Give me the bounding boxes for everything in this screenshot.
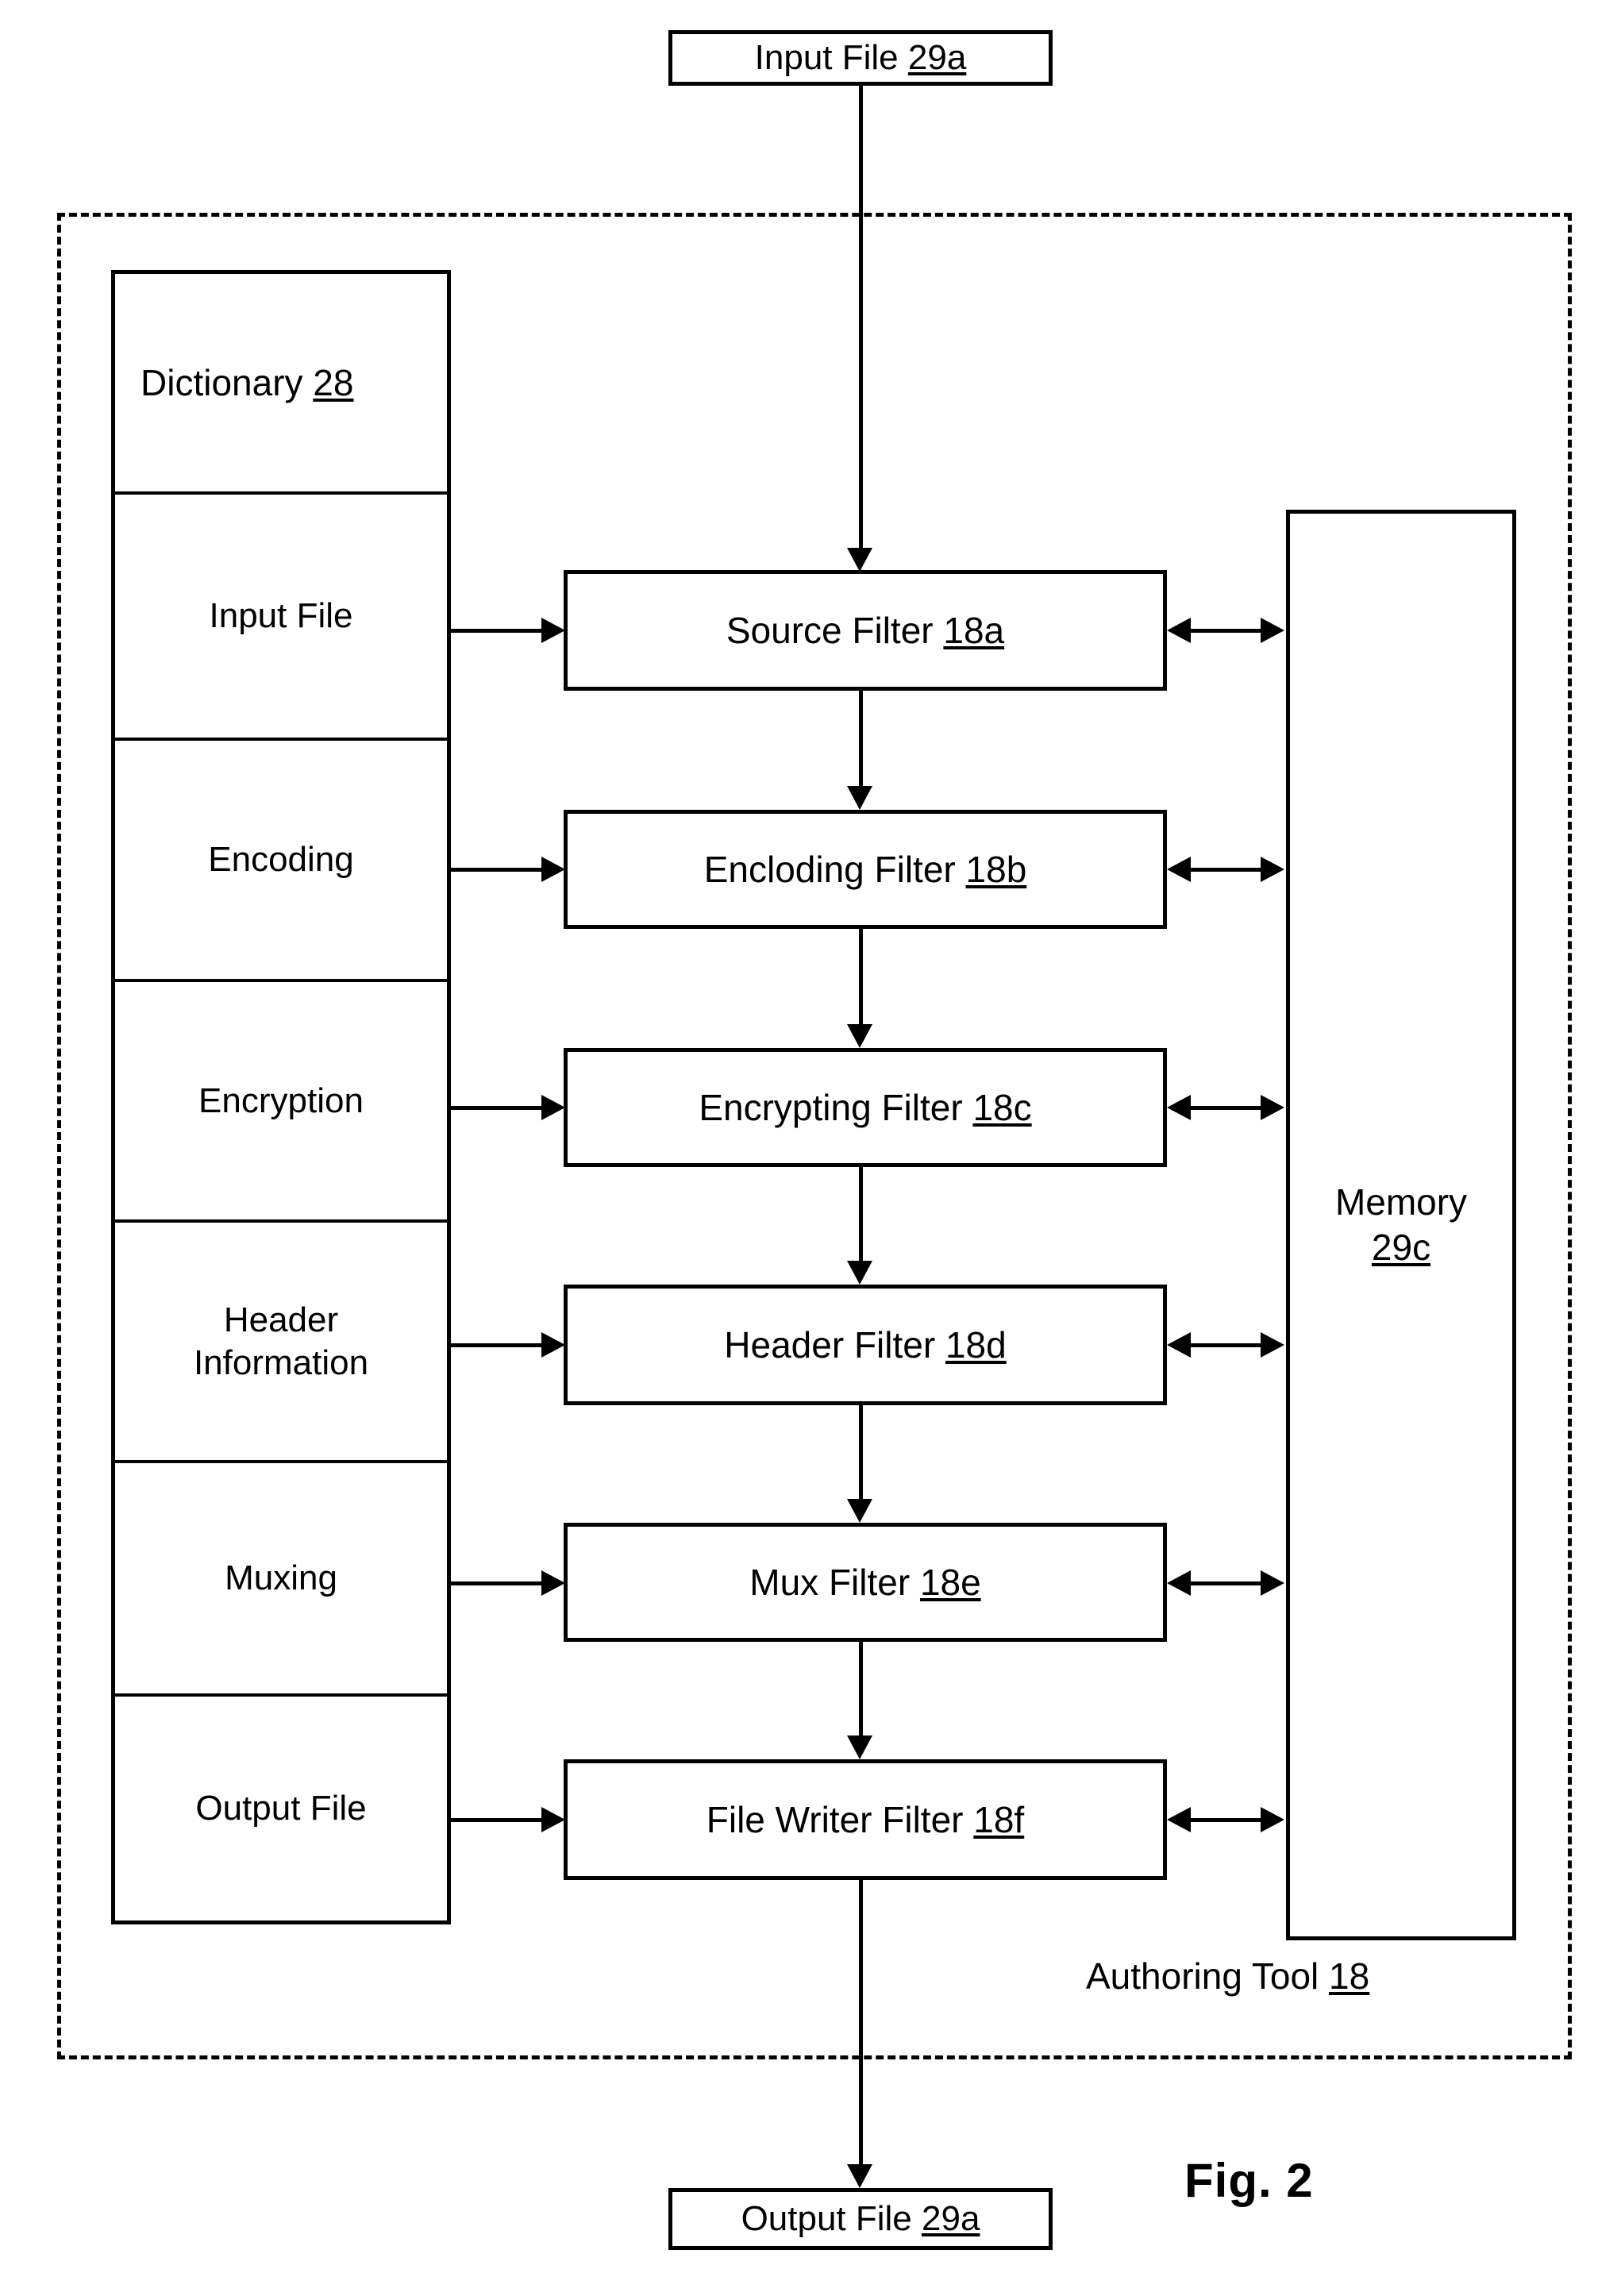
- authoring-tool-label: Authoring Tool 18: [1086, 1955, 1370, 1997]
- encoding-filter-box: Encloding Filter 18b: [564, 810, 1167, 929]
- memory-label: Memory 29c: [1334, 1181, 1468, 1269]
- encrypting-filter-label: Encrypting Filter 18c: [699, 1086, 1032, 1128]
- arrowhead-dictionary-to-source-filter: [541, 618, 565, 643]
- authoring-tool-ref: 18: [1329, 1955, 1370, 1997]
- file-writer-filter-box: File Writer Filter 18f: [564, 1759, 1167, 1880]
- arrowhead-dictionary-to-file-writer-filter: [541, 1807, 565, 1832]
- dictionary-row-encoding: Encoding: [115, 741, 447, 982]
- connector-dictionary-muxing-to-mux-filter: [451, 1581, 545, 1585]
- encrypting-filter-box: Encrypting Filter 18c: [564, 1048, 1167, 1167]
- figure-canvas: Input File 29a Authoring Tool 18 Diction…: [0, 0, 1621, 2296]
- arrowhead-header-filter-memory-left: [1167, 1332, 1191, 1358]
- header-filter-ref: 18d: [945, 1323, 1007, 1366]
- dictionary-row-encryption: Encryption: [115, 982, 447, 1223]
- arrowhead-dictionary-to-mux-filter: [541, 1570, 565, 1596]
- source-filter-label: Source Filter 18a: [726, 609, 1005, 651]
- dictionary-row-input-file: Input File: [115, 495, 447, 741]
- source-filter-ref: 18a: [943, 609, 1005, 651]
- dictionary-row-label: Header Information: [193, 1300, 369, 1382]
- memory-box: Memory 29c: [1286, 510, 1516, 1940]
- connector-encrypting-to-header: [859, 1167, 863, 1262]
- encoding-filter-ref: 18b: [965, 848, 1027, 890]
- file-writer-filter-label: File Writer Filter 18f: [706, 1798, 1025, 1840]
- input-file-ref: 29a: [907, 38, 967, 78]
- dictionary-row-muxing: Muxing: [115, 1463, 447, 1697]
- connector-dictionary-encryption-to-encrypting-filter: [451, 1106, 545, 1110]
- arrowhead-encoding-filter-memory-right: [1261, 857, 1284, 882]
- arrowhead-encrypting-filter-memory-left: [1167, 1095, 1191, 1120]
- arrowhead-dictionary-to-encrypting-filter: [541, 1095, 565, 1120]
- connector-mux-to-file-writer: [859, 1642, 863, 1737]
- arrowhead-encrypting-filter-memory-right: [1261, 1095, 1284, 1120]
- dictionary-row-label: Input File: [209, 596, 353, 636]
- arrowhead-file-writer-to-output: [847, 2164, 872, 2188]
- dictionary-row-output-file: Output File: [115, 1697, 447, 1920]
- arrowhead-source-filter-memory-left: [1167, 618, 1191, 643]
- arrowhead-file-writer-filter-memory-right: [1261, 1807, 1284, 1832]
- mux-filter-label: Mux Filter 18e: [749, 1561, 981, 1603]
- arrowhead-mux-filter-memory-right: [1261, 1570, 1284, 1596]
- arrowhead-file-writer-filter-memory-left: [1167, 1807, 1191, 1832]
- file-writer-filter-ref: 18f: [973, 1798, 1025, 1840]
- mux-filter-ref: 18e: [919, 1561, 981, 1603]
- connector-dictionary-encoding-to-encoding-filter: [451, 868, 545, 872]
- arrowhead-mux-filter-memory-left: [1167, 1570, 1191, 1596]
- connector-header-to-mux: [859, 1405, 863, 1500]
- dictionary-row-header-information: Header Information: [115, 1223, 447, 1463]
- arrowhead-encrypting-to-header: [847, 1261, 872, 1285]
- source-filter-box: Source Filter 18a: [564, 570, 1167, 691]
- arrowhead-header-filter-memory-right: [1261, 1332, 1284, 1358]
- memory-ref: 29c: [1371, 1227, 1431, 1268]
- arrowhead-dictionary-to-header-filter: [541, 1332, 565, 1358]
- dictionary-row-label: Encoding: [208, 840, 354, 880]
- encoding-filter-label: Encloding Filter 18b: [703, 848, 1027, 890]
- encrypting-filter-ref: 18c: [972, 1086, 1032, 1128]
- arrowhead-encoding-filter-memory-left: [1167, 857, 1191, 882]
- figure-caption: Fig. 2: [1184, 2154, 1314, 2207]
- connector-header-filter-memory: [1191, 1343, 1262, 1347]
- arrowhead-dictionary-to-encoding-filter: [541, 857, 565, 882]
- dictionary-ref: 28: [313, 361, 354, 403]
- connector-file-writer-to-output: [859, 1880, 863, 2182]
- header-filter-label: Header Filter 18d: [724, 1323, 1007, 1366]
- connector-encoding-filter-memory: [1191, 868, 1262, 872]
- connector-encrypting-filter-memory: [1191, 1106, 1262, 1110]
- connector-dictionary-header-info-to-header-filter: [451, 1343, 545, 1347]
- input-file-label: Input File 29a: [754, 38, 967, 78]
- connector-file-writer-filter-memory: [1191, 1818, 1262, 1822]
- dictionary-box: Dictionary 28 Input File Encoding Encryp…: [111, 270, 451, 1924]
- dictionary-title: Dictionary 28: [141, 361, 354, 403]
- connector-source-to-encoding: [859, 691, 863, 788]
- arrowhead-header-to-mux: [847, 1499, 872, 1523]
- output-file-box: Output File 29a: [668, 2188, 1053, 2250]
- connector-dictionary-output-file-to-file-writer-filter: [451, 1818, 545, 1822]
- output-file-ref: 29a: [922, 2199, 980, 2239]
- arrowhead-encoding-to-encrypting: [847, 1024, 872, 1048]
- output-file-label: Output File 29a: [741, 2199, 980, 2239]
- connector-dictionary-input-file-to-source-filter: [451, 629, 545, 633]
- header-filter-box: Header Filter 18d: [564, 1285, 1167, 1405]
- dictionary-title-cell: Dictionary 28: [115, 274, 447, 495]
- arrowhead-source-to-encoding: [847, 786, 872, 810]
- dictionary-row-label: Output File: [195, 1789, 367, 1828]
- arrowhead-source-filter-memory-right: [1261, 618, 1284, 643]
- input-file-box: Input File 29a: [668, 30, 1053, 86]
- dictionary-row-label: Encryption: [198, 1081, 364, 1120]
- connector-source-filter-memory: [1191, 629, 1262, 633]
- arrowhead-mux-to-file-writer: [847, 1735, 872, 1759]
- connector-mux-filter-memory: [1191, 1581, 1262, 1585]
- dictionary-row-label: Muxing: [225, 1558, 337, 1598]
- mux-filter-box: Mux Filter 18e: [564, 1523, 1167, 1642]
- connector-encoding-to-encrypting: [859, 929, 863, 1024]
